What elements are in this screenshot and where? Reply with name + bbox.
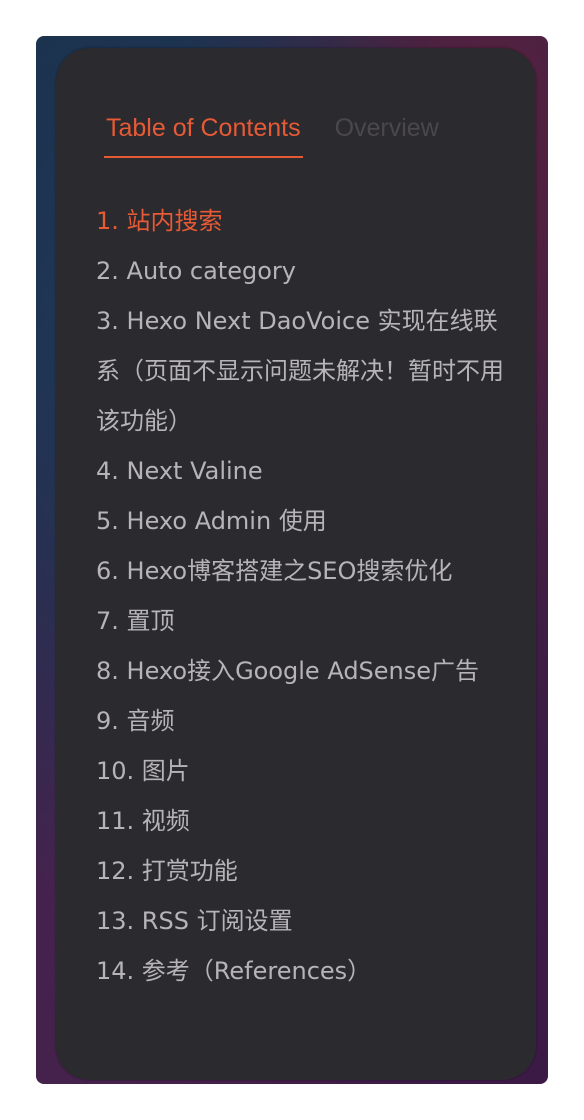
toc-item[interactable]: 5. Hexo Admin 使用 <box>96 496 516 546</box>
toc-item[interactable]: 12. 打赏功能 <box>96 846 516 896</box>
toc-item[interactable]: 6. Hexo博客搭建之SEO搜索优化 <box>96 546 516 596</box>
tab-table-of-contents[interactable]: Table of Contents <box>104 110 303 158</box>
toc-item[interactable]: 3. Hexo Next DaoVoice 实现在线联系（页面不显示问题未解决！… <box>96 296 516 446</box>
toc-item-active[interactable]: 1. 站内搜索 <box>96 196 516 246</box>
tab-overview[interactable]: Overview <box>333 110 441 158</box>
toc-item[interactable]: 11. 视频 <box>96 796 516 846</box>
toc-item[interactable]: 13. RSS 订阅设置 <box>96 896 516 946</box>
sidebar-tabs: Table of Contents Overview <box>104 110 441 158</box>
toc-item[interactable]: 4. Next Valine <box>96 446 516 496</box>
toc-item[interactable]: 8. Hexo接入Google AdSense广告 <box>96 646 516 696</box>
sidebar-window: Table of Contents Overview 1. 站内搜索 2. Au… <box>36 36 548 1084</box>
table-of-contents-list: 1. 站内搜索 2. Auto category 3. Hexo Next Da… <box>96 196 516 996</box>
toc-item[interactable]: 14. 参考（References） <box>96 946 516 996</box>
toc-item[interactable]: 9. 音频 <box>96 696 516 746</box>
sidebar-panel: Table of Contents Overview 1. 站内搜索 2. Au… <box>56 48 536 1080</box>
toc-item[interactable]: 10. 图片 <box>96 746 516 796</box>
toc-item[interactable]: 2. Auto category <box>96 246 516 296</box>
toc-item[interactable]: 7. 置顶 <box>96 596 516 646</box>
